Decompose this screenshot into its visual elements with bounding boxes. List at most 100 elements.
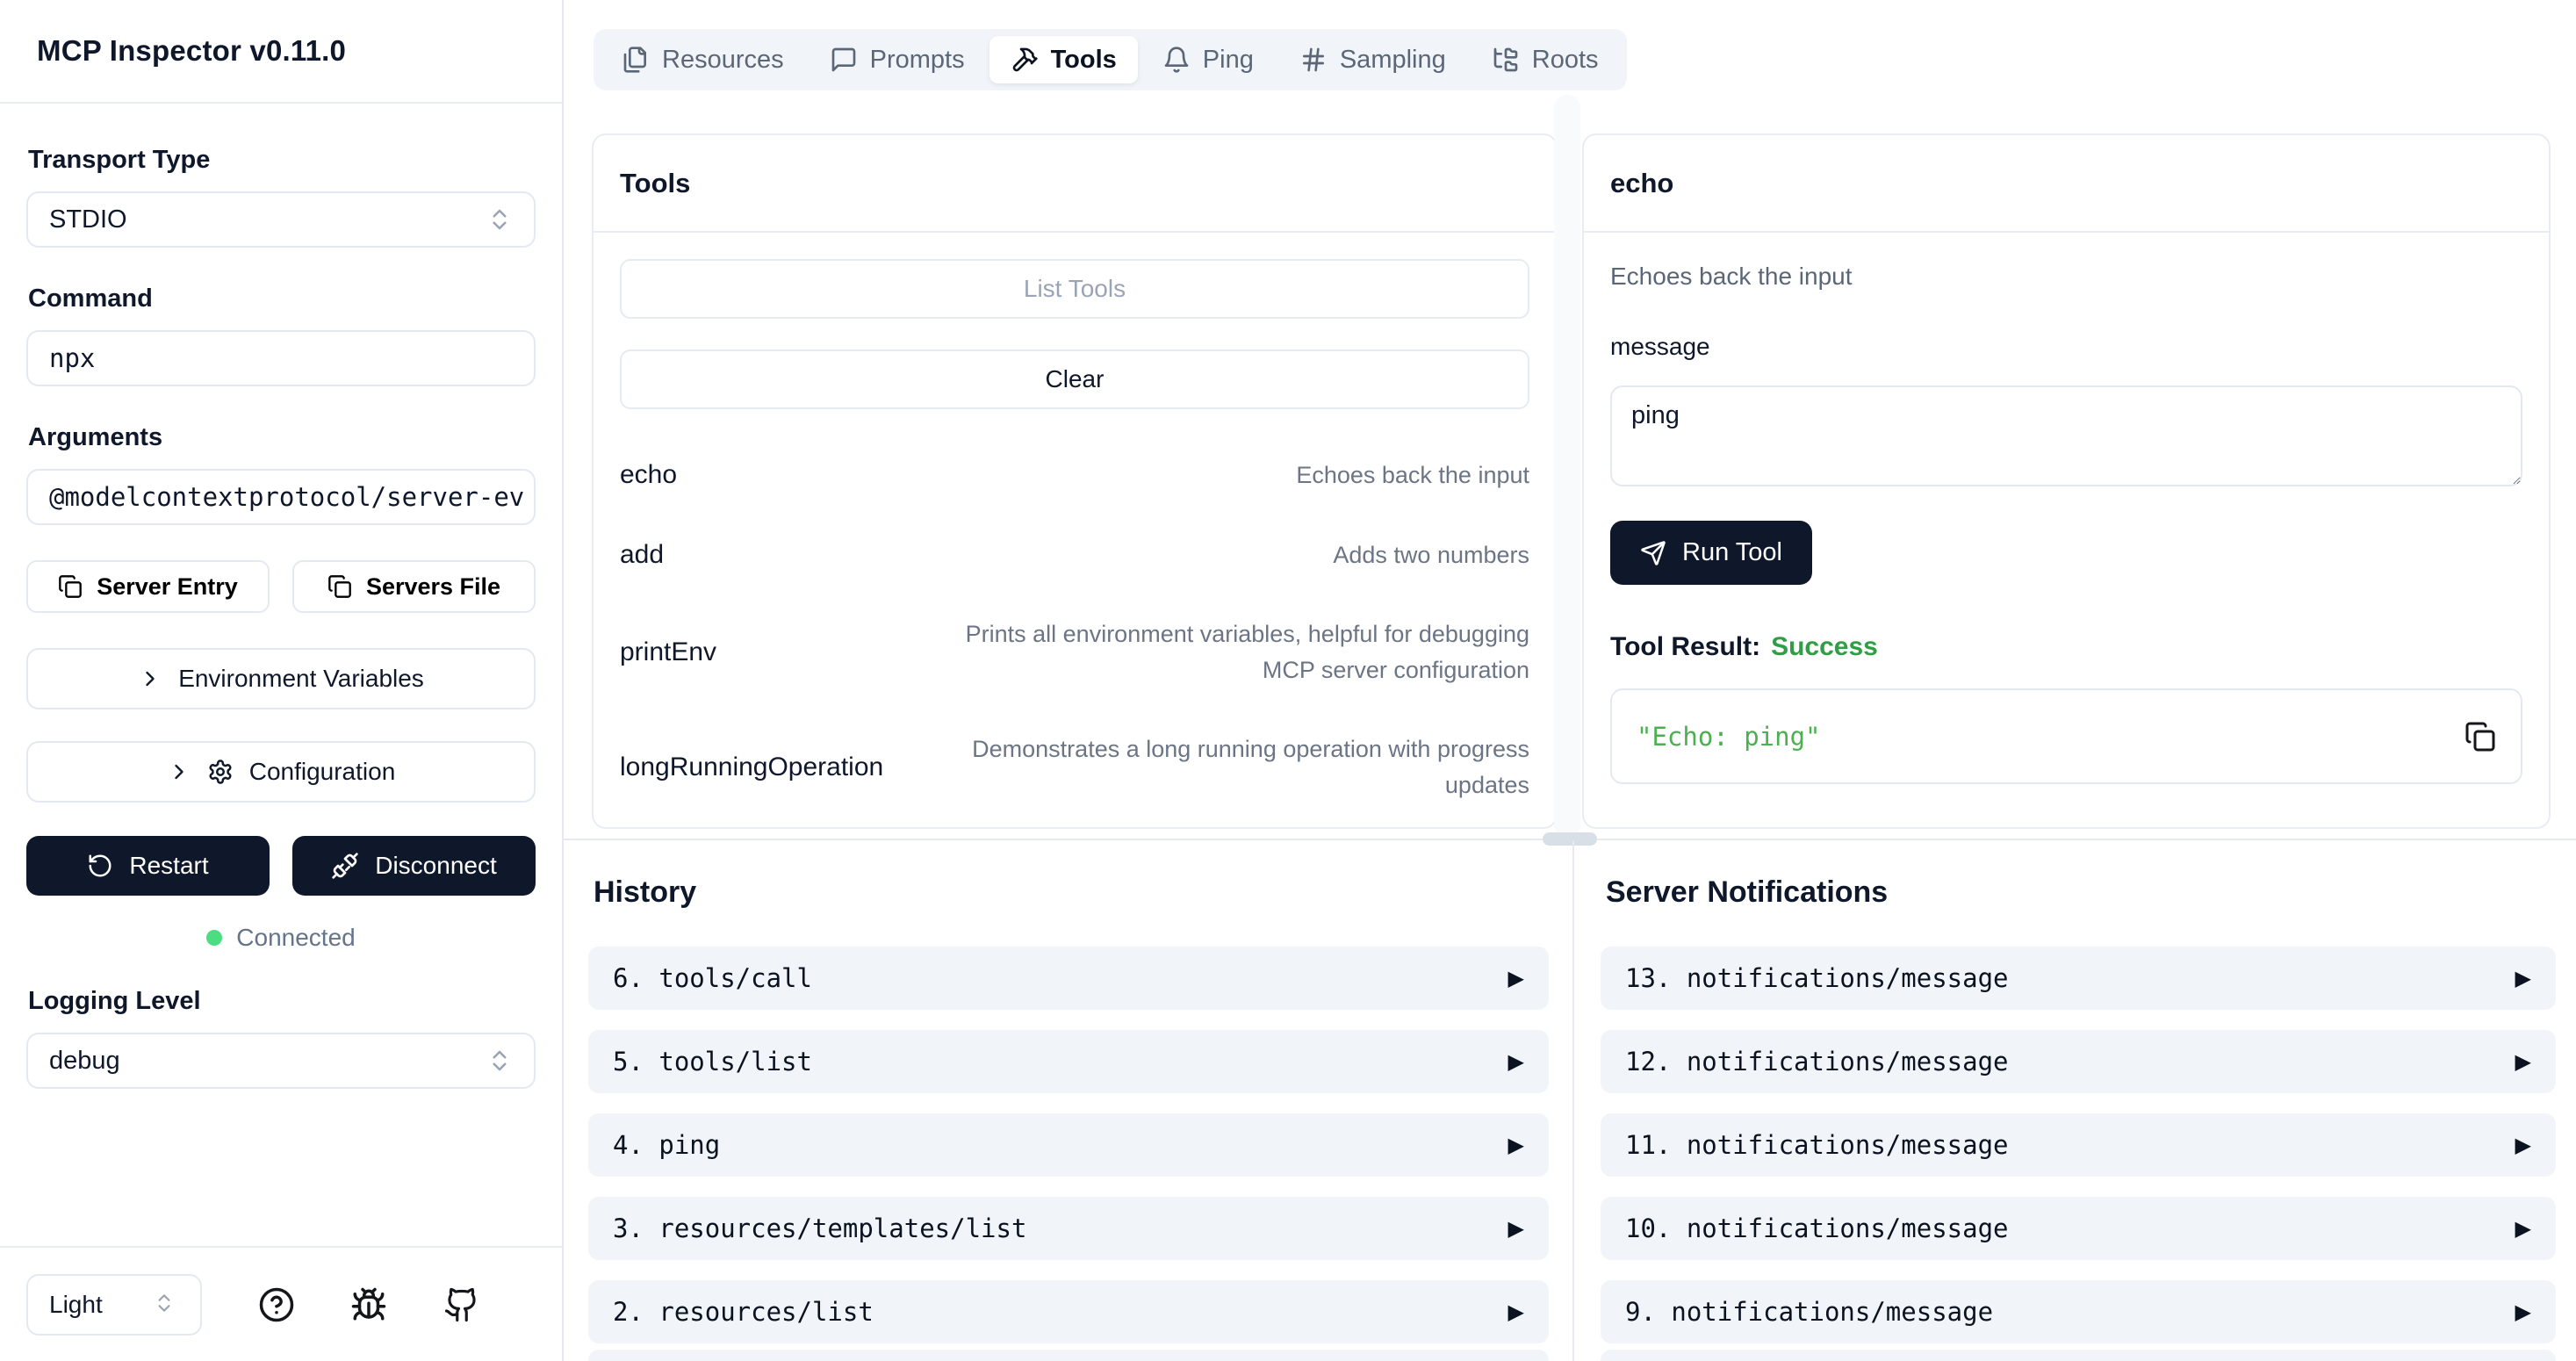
splitter-handle[interactable] xyxy=(1543,832,1597,846)
tool-name: printEnv xyxy=(620,637,716,667)
message-square-icon xyxy=(830,46,858,74)
tab-resources[interactable]: Resources xyxy=(601,36,805,83)
history-item[interactable]: 4. ping ▶ xyxy=(588,1113,1549,1177)
tools-panel-title: Tools xyxy=(620,168,690,199)
files-icon xyxy=(622,46,650,74)
expand-play-icon: ▶ xyxy=(2515,966,2531,990)
tab-sampling[interactable]: Sampling xyxy=(1278,36,1467,83)
connected-dot-icon xyxy=(206,930,222,946)
tools-panel-body: List Tools Clear echo Echoes back the in… xyxy=(594,233,1556,803)
param-message-input[interactable]: ping xyxy=(1610,385,2522,486)
notification-item-label: 13. notifications/message xyxy=(1625,963,2009,993)
chevrons-up-down-icon xyxy=(486,1048,513,1074)
theme-select[interactable]: Light xyxy=(26,1274,202,1336)
disconnect-button[interactable]: Disconnect xyxy=(292,836,536,896)
server-notifications-pane: Server Notifications 13. notifications/m… xyxy=(1601,873,2556,1361)
folder-tree-icon xyxy=(1492,46,1520,74)
chevron-right-icon xyxy=(167,760,191,784)
notification-item-label: 10. notifications/message xyxy=(1625,1213,2009,1243)
notification-item[interactable]: 13. notifications/message ▶ xyxy=(1601,947,2556,1010)
command-value: npx xyxy=(49,343,95,373)
run-tool-button[interactable]: Run Tool xyxy=(1610,521,1812,585)
history-item[interactable]: 5. tools/list ▶ xyxy=(588,1030,1549,1093)
tool-list-item[interactable]: longRunningOperation Demonstrates a long… xyxy=(620,731,1529,803)
bug-icon[interactable] xyxy=(350,1286,387,1323)
logging-level-value: debug xyxy=(49,1047,120,1076)
list-tools-button[interactable]: List Tools xyxy=(620,259,1529,319)
servers-file-button[interactable]: Servers File xyxy=(292,560,536,613)
history-item-partial[interactable] xyxy=(588,1350,1549,1361)
app-title: MCP Inspector v0.11.0 xyxy=(37,34,346,68)
history-item[interactable]: 6. tools/call ▶ xyxy=(588,947,1549,1010)
help-icon[interactable] xyxy=(258,1286,295,1323)
expand-play-icon: ▶ xyxy=(1508,1133,1524,1157)
notification-item-label: 11. notifications/message xyxy=(1625,1130,2009,1160)
sidebar: MCP Inspector v0.11.0 Transport Type STD… xyxy=(0,0,564,1361)
chevrons-up-down-icon xyxy=(486,206,513,233)
environment-variables-label: Environment Variables xyxy=(178,665,424,693)
transport-type-value: STDIO xyxy=(49,205,127,234)
tool-list-item[interactable]: add Adds two numbers xyxy=(620,537,1529,573)
tool-list-item[interactable]: echo Echoes back the input xyxy=(620,457,1529,493)
server-notifications-title: Server Notifications xyxy=(1606,873,2556,911)
tool-detail-header: echo xyxy=(1584,135,2549,233)
server-entry-label: Server Entry xyxy=(97,573,238,601)
tools-panel-scrollbar[interactable] xyxy=(1554,95,1580,838)
tool-name: longRunningOperation xyxy=(620,753,883,782)
tab-tools[interactable]: Tools xyxy=(989,36,1138,83)
sidebar-footer: Light xyxy=(0,1246,562,1361)
history-item[interactable]: 3. resources/templates/list ▶ xyxy=(588,1197,1549,1260)
expand-play-icon: ▶ xyxy=(1508,1300,1524,1324)
clear-tools-button[interactable]: Clear xyxy=(620,349,1529,409)
command-input[interactable]: npx xyxy=(26,330,536,386)
tools-panel-header: Tools xyxy=(594,135,1556,233)
configuration-button[interactable]: Configuration xyxy=(26,741,536,803)
notification-item[interactable]: 9. notifications/message ▶ xyxy=(1601,1280,2556,1343)
vertical-divider xyxy=(1572,840,1574,1361)
history-item[interactable]: 2. resources/list ▶ xyxy=(588,1280,1549,1343)
tab-label: Prompts xyxy=(870,46,965,75)
tool-list-item[interactable]: printEnv Prints all environment variable… xyxy=(620,616,1529,688)
tab-label: Ping xyxy=(1203,46,1254,75)
logging-level-select[interactable]: debug xyxy=(26,1033,536,1089)
server-entry-button[interactable]: Server Entry xyxy=(26,560,270,613)
connection-buttons-row: Restart Disconnect xyxy=(26,836,536,896)
theme-value: Light xyxy=(49,1291,103,1319)
transport-type-label: Transport Type xyxy=(28,144,536,176)
history-item-label: 4. ping xyxy=(613,1130,720,1160)
tool-description: Prints all environment variables, helpfu… xyxy=(950,616,1529,688)
tab-prompts[interactable]: Prompts xyxy=(809,36,986,83)
expand-play-icon: ▶ xyxy=(1508,1216,1524,1241)
history-item-label: 3. resources/templates/list xyxy=(613,1213,1026,1243)
notification-item[interactable]: 12. notifications/message ▶ xyxy=(1601,1030,2556,1093)
tool-result-label: Tool Result: Success xyxy=(1610,629,2522,666)
tool-description: Demonstrates a long running operation wi… xyxy=(950,731,1529,803)
transport-type-select[interactable]: STDIO xyxy=(26,191,536,248)
tab-roots[interactable]: Roots xyxy=(1471,36,1620,83)
restart-icon xyxy=(87,853,113,879)
notification-item[interactable]: 11. notifications/message ▶ xyxy=(1601,1113,2556,1177)
history-list: 6. tools/call ▶ 5. tools/list ▶ 4. ping … xyxy=(588,947,1549,1343)
run-tool-label: Run Tool xyxy=(1682,538,1782,567)
tab-ping[interactable]: Ping xyxy=(1141,36,1275,83)
notification-item[interactable]: 10. notifications/message ▶ xyxy=(1601,1197,2556,1260)
footer-icons xyxy=(202,1286,536,1323)
hammer-icon xyxy=(1011,46,1039,74)
notification-item-label: 12. notifications/message xyxy=(1625,1047,2009,1077)
restart-button[interactable]: Restart xyxy=(26,836,270,896)
environment-variables-button[interactable]: Environment Variables xyxy=(26,648,536,709)
server-notifications-list: 13. notifications/message ▶ 12. notifica… xyxy=(1601,947,2556,1343)
tool-list: echo Echoes back the input add Adds two … xyxy=(620,457,1529,803)
unplug-icon xyxy=(331,852,359,880)
notification-item-partial[interactable] xyxy=(1601,1350,2556,1361)
arguments-input[interactable]: @modelcontextprotocol/server-ev xyxy=(26,469,536,525)
history-title: History xyxy=(594,873,1549,911)
tab-label: Tools xyxy=(1051,46,1117,75)
command-label: Command xyxy=(28,283,536,314)
github-icon[interactable] xyxy=(443,1286,480,1323)
param-message-label: message xyxy=(1610,329,2522,364)
servers-file-label: Servers File xyxy=(366,573,500,601)
copy-result-icon[interactable] xyxy=(2464,721,2496,753)
tool-description: Echoes back the input xyxy=(1296,457,1529,493)
copy-icon xyxy=(58,574,83,599)
